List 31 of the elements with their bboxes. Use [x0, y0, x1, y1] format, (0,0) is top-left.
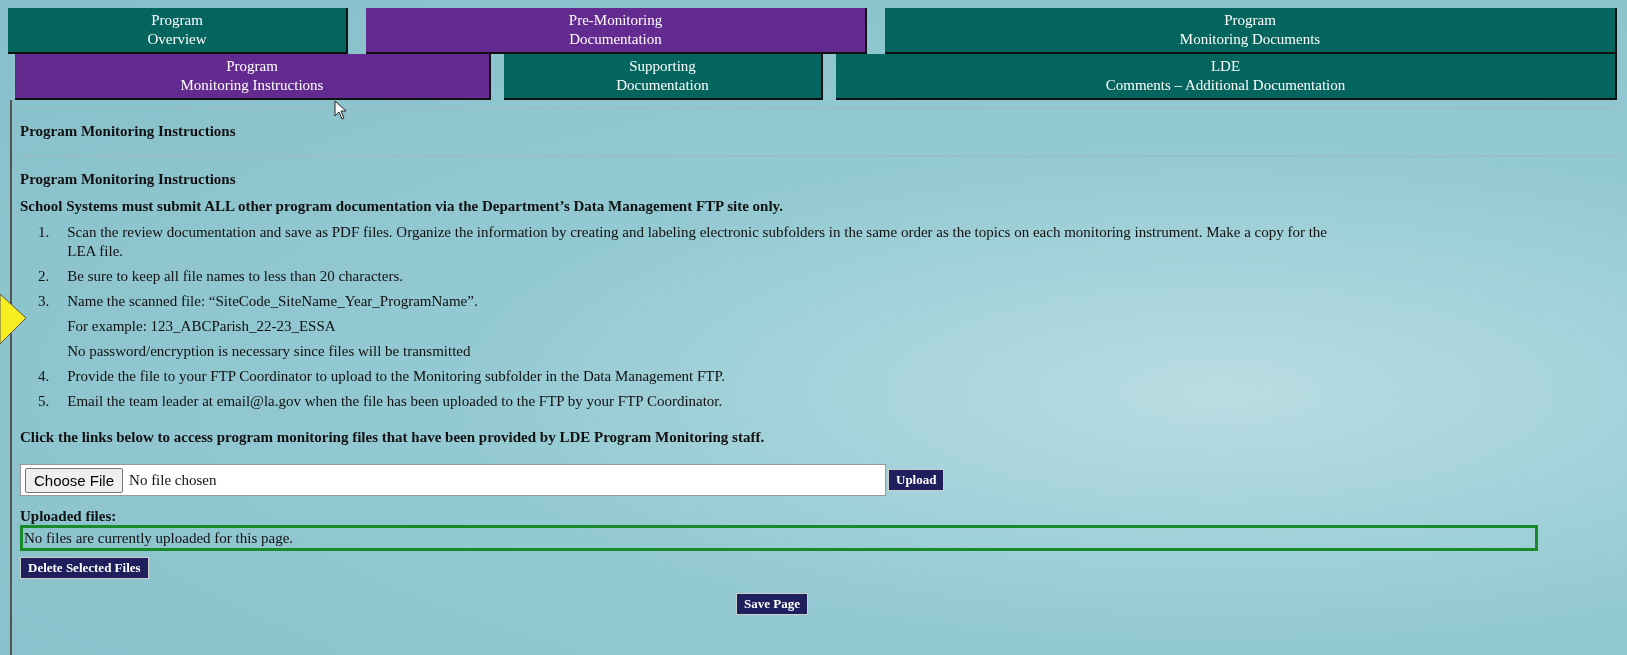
nav-tab[interactable]: Program Monitoring Instructions	[15, 54, 491, 100]
step-number: 1.	[38, 223, 50, 242]
file-input[interactable]: Choose File No file chosen	[20, 464, 886, 496]
cursor-icon	[334, 100, 348, 120]
upload-button[interactable]: Upload	[888, 469, 945, 491]
step-text: Scan the review documentation and save as PDF files. Organize the information by creating and labeling electronic subfolders in the same order as the topics on each monitoring instrument. Make a copy for the LEA file.	[67, 223, 1328, 261]
step-number: 5.	[38, 392, 50, 411]
uploaded-label: Uploaded files:	[20, 508, 118, 525]
step-number: 2.	[38, 267, 50, 286]
step-text: Provide the file to your FTP Coordinator to upload to the Monitoring subfolder in the Data Management FTP.	[67, 367, 725, 386]
step-text: Be sure to keep all file names to less than 20 characters.	[67, 267, 403, 286]
section-heading: Program Monitoring Instructions	[20, 171, 237, 188]
choose-file-button[interactable]: Choose File	[25, 467, 124, 493]
nav-tab[interactable]: Pre-Monitoring Documentation	[366, 8, 867, 54]
step-text: Email the team leader at email@la.gov when the file has been uploaded to the FTP by your FTP Coordinator.	[67, 392, 723, 411]
page-heading: Program Monitoring Instructions	[20, 123, 237, 140]
nav-tab[interactable]: Program Overview	[8, 8, 348, 54]
save-button[interactable]: Save Page	[736, 593, 808, 615]
step-text: Name the scanned file: “SiteCode_SiteName_Year_ProgramName”.	[67, 292, 478, 311]
nav-tab[interactable]: Supporting Documentation	[504, 54, 823, 100]
step-number: 4.	[38, 367, 50, 386]
nav-tab[interactable]: LDE Comments – Additional Documentation	[836, 54, 1617, 100]
nav-tab[interactable]: Program Monitoring Documents	[885, 8, 1617, 54]
step-text: For example: 123_ABCParish_22-23_ESSA	[67, 317, 337, 336]
file-status: No file chosen	[129, 471, 217, 489]
delete-button[interactable]: Delete Selected Files	[20, 557, 149, 579]
step-text: No password/encryption is necessary since files will be transmitted	[67, 342, 472, 361]
step-number: 3.	[38, 292, 50, 311]
uploaded-message: No files are currently uploaded for this page.	[24, 530, 294, 546]
links-intro: Click the links below to access program monitoring files that have been provided by LDE Program Monitoring staff.	[20, 429, 766, 446]
notice-text: School Systems must submit ALL other program documentation via the Department’s Data Management FTP site only.	[20, 198, 785, 215]
